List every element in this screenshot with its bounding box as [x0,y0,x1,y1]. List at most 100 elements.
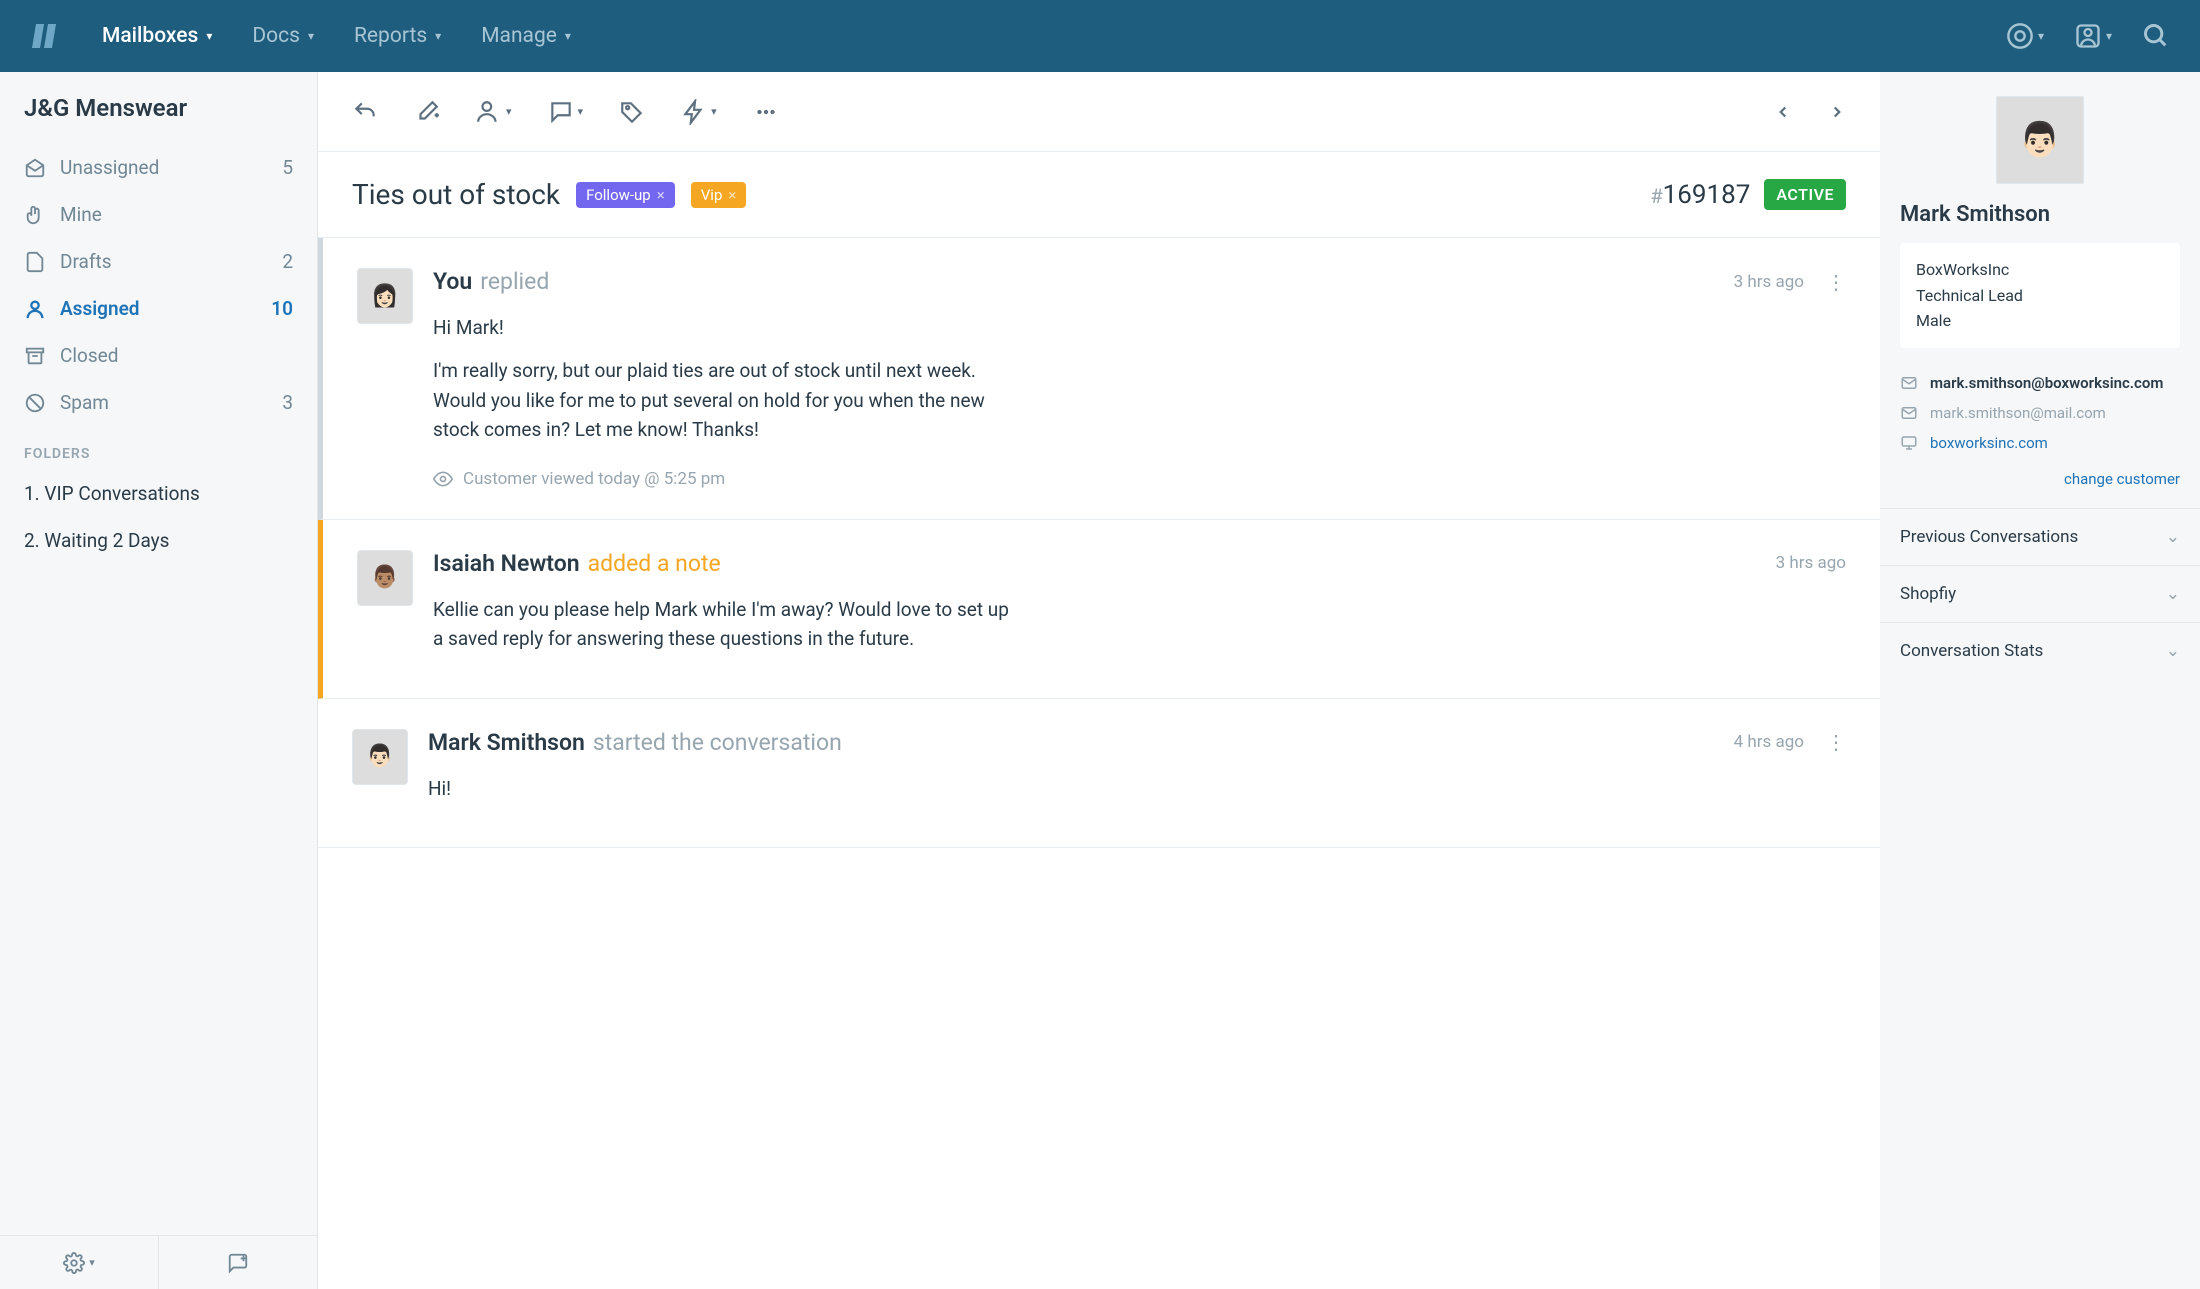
sidebar: J&G Menswear Unassigned 5 Mine Drafts 2 … [0,72,318,1289]
search-icon[interactable] [2142,22,2170,50]
prev-conversation-button[interactable] [1774,103,1792,121]
conversation-header: Ties out of stock Follow-up × Vip × #169… [318,152,1880,238]
help-icon[interactable]: ▾ [2006,22,2044,50]
customer-title: Technical Lead [1916,283,2164,309]
nav-manage[interactable]: Manage ▾ [481,24,571,48]
message-thread: 👩🏻 You replied 3 hrs ago ⋮ Hi Mark! I'm … [318,238,1880,1289]
message-reply: 👩🏻 You replied 3 hrs ago ⋮ Hi Mark! I'm … [318,238,1880,520]
sidebar-label: Closed [60,344,279,367]
status-icon[interactable]: ▾ [548,99,584,125]
conversation-pane: ▾ ▾ ▾ Ties out of stock Follow-up × Vip … [318,72,1880,1289]
sidebar-item-unassigned[interactable]: Unassigned 5 [0,144,317,191]
nav-items: Mailboxes ▾ Docs ▾ Reports ▾ Manage ▾ [102,24,2006,48]
note-icon[interactable] [414,99,440,125]
chevron-down-icon: ▾ [2038,29,2044,43]
accordion-label: Shopfiy [1900,584,1956,604]
workflow-icon[interactable]: ▾ [681,99,717,125]
chevron-down-icon: ▾ [506,105,512,118]
tag-vip[interactable]: Vip × [691,182,747,208]
nav-label: Docs [252,24,300,48]
message-time: 4 hrs ago [1734,732,1804,752]
assign-icon[interactable]: ▾ [476,99,512,125]
change-customer-link[interactable]: change customer [1880,458,2200,508]
conversation-title: Ties out of stock [352,178,560,211]
message-text: Kellie can you please help Mark while I'… [433,595,1013,654]
new-conversation-button[interactable] [159,1236,317,1289]
customer-company: BoxWorksInc [1916,257,2164,283]
avatar[interactable]: 👨🏽 [357,550,413,606]
chevron-down-icon: ▾ [711,105,717,118]
sidebar-item-closed[interactable]: Closed [0,332,317,379]
message-action: started the conversation [593,729,842,756]
hash-symbol: # [1650,184,1662,208]
folder-item[interactable]: 2. Waiting 2 Days [0,517,317,564]
message-viewed-meta: Customer viewed today @ 5:25 pm [433,469,1846,489]
sidebar-item-mine[interactable]: Mine [0,191,317,238]
sidebar-label: Unassigned [60,156,268,179]
mailbox-title: J&G Menswear [0,72,317,144]
customer-website[interactable]: boxworksinc.com [1880,428,2200,458]
conversation-toolbar: ▾ ▾ ▾ [318,72,1880,152]
conversation-id: #169187 [1650,180,1750,210]
sidebar-label: Spam [60,391,268,414]
message-author: You [433,268,472,295]
message-start: 👨🏻 Mark Smithson started the conversatio… [318,699,1880,848]
message-action: added a note [588,550,721,577]
chevron-down-icon: ▾ [206,29,212,43]
monitor-icon [1900,434,1918,452]
hand-icon [24,204,46,226]
sidebar-item-drafts[interactable]: Drafts 2 [0,238,317,285]
accordion-shopify[interactable]: Shopfiy ⌄ [1880,565,2200,622]
nav-reports[interactable]: Reports ▾ [354,24,441,48]
file-icon [24,251,46,273]
website-text: boxworksinc.com [1930,434,2048,452]
avatar[interactable]: 👨🏻 [352,729,408,785]
avatar[interactable]: 👩🏻 [357,268,413,324]
chevron-down-icon: ⌄ [2166,584,2180,604]
message-author: Isaiah Newton [433,550,580,577]
sidebar-footer: ▾ [0,1235,317,1289]
mail-icon [1900,404,1918,422]
sidebar-item-spam[interactable]: Spam 3 [0,379,317,426]
sidebar-count: 10 [271,297,293,320]
tag-label: Vip [701,186,723,204]
status-badge[interactable]: ACTIVE [1764,179,1846,210]
viewed-text: Customer viewed today @ 5:25 pm [463,469,725,489]
message-menu-icon[interactable]: ⋮ [1826,270,1846,294]
tag-icon[interactable] [619,99,645,125]
message-time: 3 hrs ago [1776,553,1846,573]
next-conversation-button[interactable] [1828,103,1846,121]
settings-button[interactable]: ▾ [0,1236,159,1289]
chevron-down-icon: ⌄ [2166,527,2180,547]
more-icon[interactable] [753,99,779,125]
accordion-previous-conversations[interactable]: Previous Conversations ⌄ [1880,508,2200,565]
sidebar-label: Drafts [60,250,268,273]
customer-email-secondary[interactable]: mark.smithson@mail.com [1880,398,2200,428]
message-action: replied [480,268,549,295]
nav-docs[interactable]: Docs ▾ [252,24,314,48]
eye-icon [433,469,453,489]
sidebar-item-assigned[interactable]: Assigned 10 [0,285,317,332]
nav-right: ▾ ▾ [2006,22,2170,50]
reply-icon[interactable] [352,99,378,125]
message-text: I'm really sorry, but our plaid ties are… [433,356,993,444]
accordion-conversation-stats[interactable]: Conversation Stats ⌄ [1880,622,2200,679]
nav-mailboxes[interactable]: Mailboxes ▾ [102,24,212,48]
account-icon[interactable]: ▾ [2074,22,2112,50]
nav-label: Mailboxes [102,24,198,48]
customer-panel: 👨🏻 Mark Smithson BoxWorksInc Technical L… [1880,72,2200,1289]
close-icon[interactable]: × [728,186,736,204]
user-icon [24,298,46,320]
customer-email-primary[interactable]: mark.smithson@boxworksinc.com [1880,368,2200,398]
message-author: Mark Smithson [428,729,585,756]
app-logo[interactable] [30,20,62,52]
customer-name: Mark Smithson [1880,202,2200,243]
message-menu-icon[interactable]: ⋮ [1826,730,1846,754]
sidebar-label: Assigned [60,297,257,320]
close-icon[interactable]: × [657,186,665,204]
envelope-open-icon [24,157,46,179]
customer-avatar[interactable]: 👨🏻 [1996,96,2084,184]
mail-icon [1900,374,1918,392]
folder-item[interactable]: 1. VIP Conversations [0,470,317,517]
tag-followup[interactable]: Follow-up × [576,182,675,208]
